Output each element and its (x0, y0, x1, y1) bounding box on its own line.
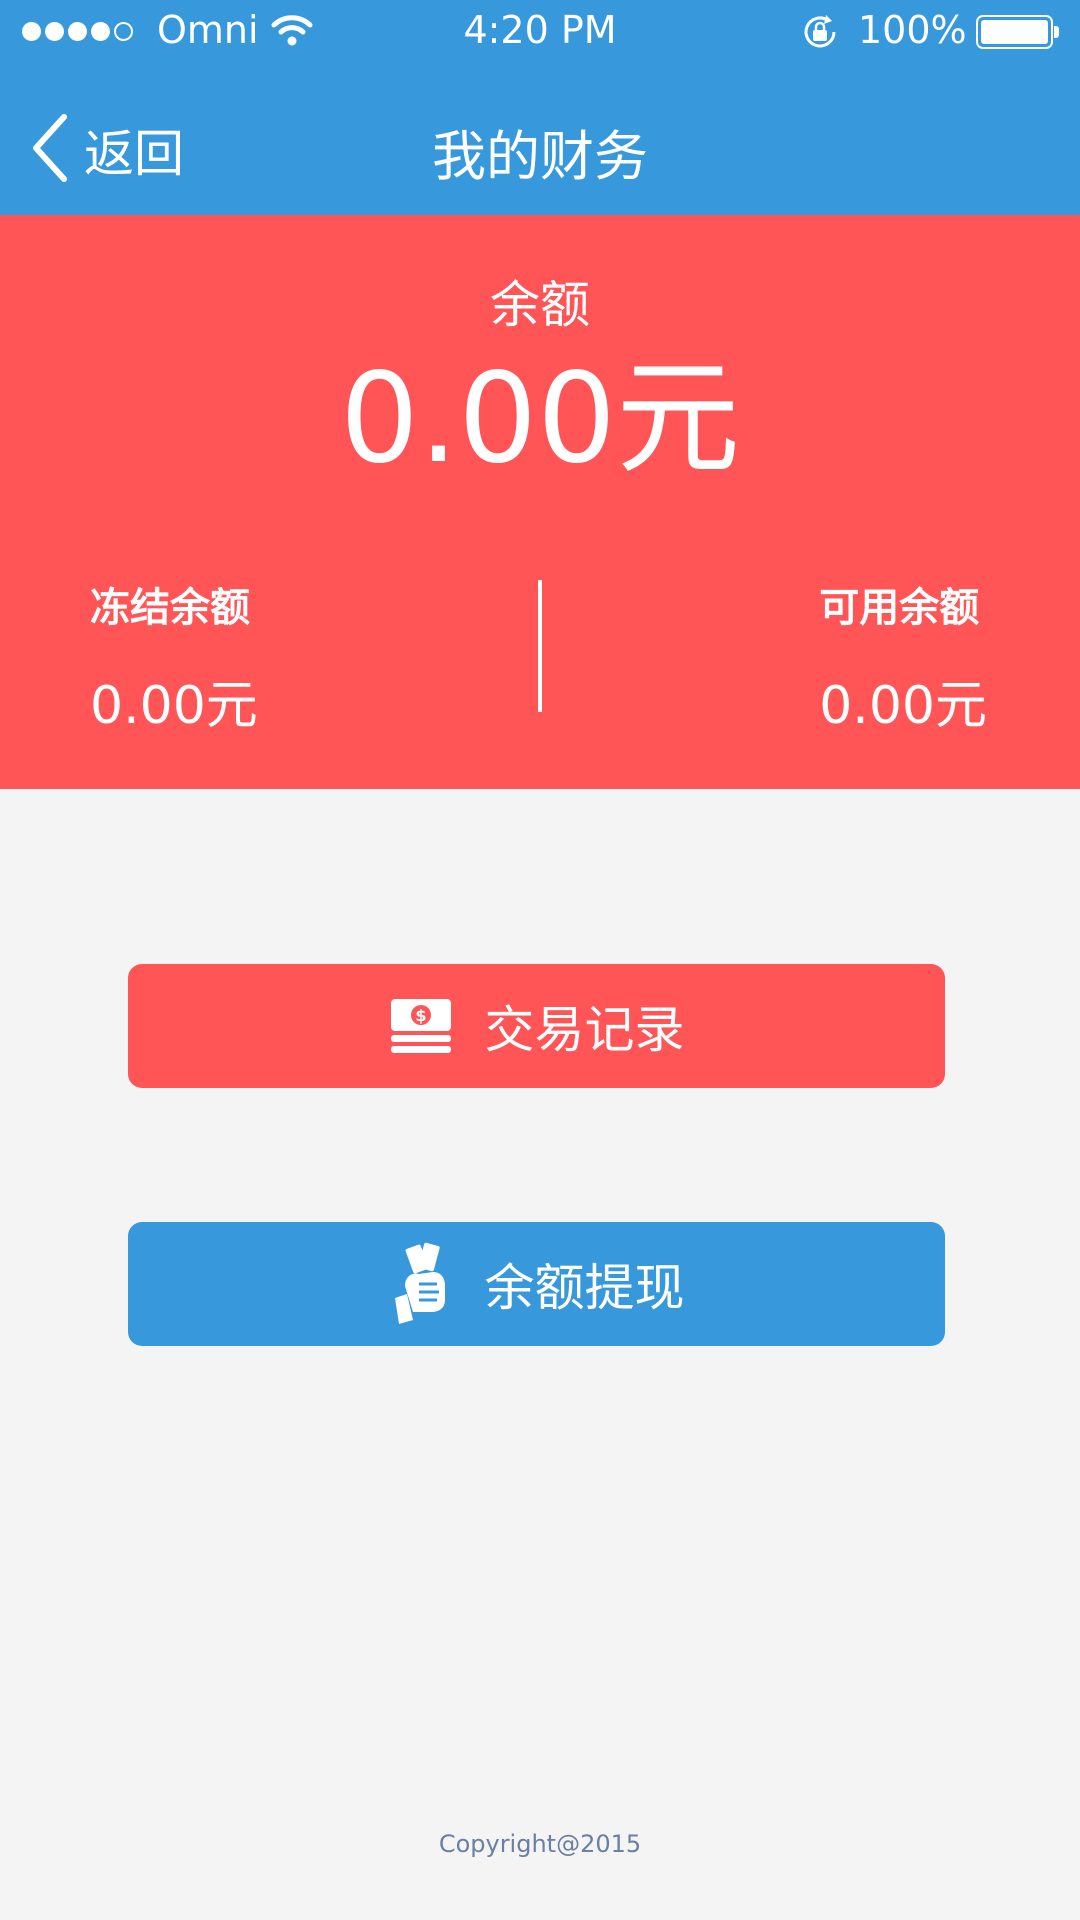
battery-percent: 100% (858, 8, 967, 52)
balance-value: 0.00元 (339, 347, 741, 491)
status-bar: Omni 4:20 PM 100% (0, 0, 1080, 64)
copyright-text: Copyright@2015 (438, 1830, 642, 1858)
hand-money-icon (389, 1242, 453, 1326)
frozen-balance-label: 冻结余额 (90, 585, 250, 631)
withdraw-balance-label: 余额提现 (484, 1259, 685, 1317)
balance-divider (538, 580, 542, 712)
frozen-balance: 冻结余额 0.00元 (90, 575, 258, 738)
rotation-lock-icon (800, 12, 840, 61)
available-balance: 可用余额 0.00元 (819, 575, 987, 738)
transaction-records-label: 交易记录 (484, 1001, 685, 1059)
app-header: Omni 4:20 PM 100% 返回 我的财务 (0, 0, 1080, 215)
available-balance-label: 可用余额 (819, 585, 980, 631)
page-title: 我的财务 (432, 125, 648, 188)
available-balance-value: 0.00元 (819, 676, 987, 736)
money-stack-icon: $ (389, 997, 453, 1055)
battery-icon (976, 15, 1059, 49)
withdraw-balance-button[interactable]: 余额提现 (128, 1222, 945, 1346)
balance-card: 余额 0.00元 冻结余额 0.00元 可用余额 0.00元 (0, 215, 1080, 789)
frozen-balance-value: 0.00元 (90, 676, 258, 736)
balance-label: 余额 (490, 276, 590, 334)
transaction-records-button[interactable]: $ 交易记录 (128, 964, 945, 1088)
svg-text:$: $ (415, 1006, 426, 1025)
